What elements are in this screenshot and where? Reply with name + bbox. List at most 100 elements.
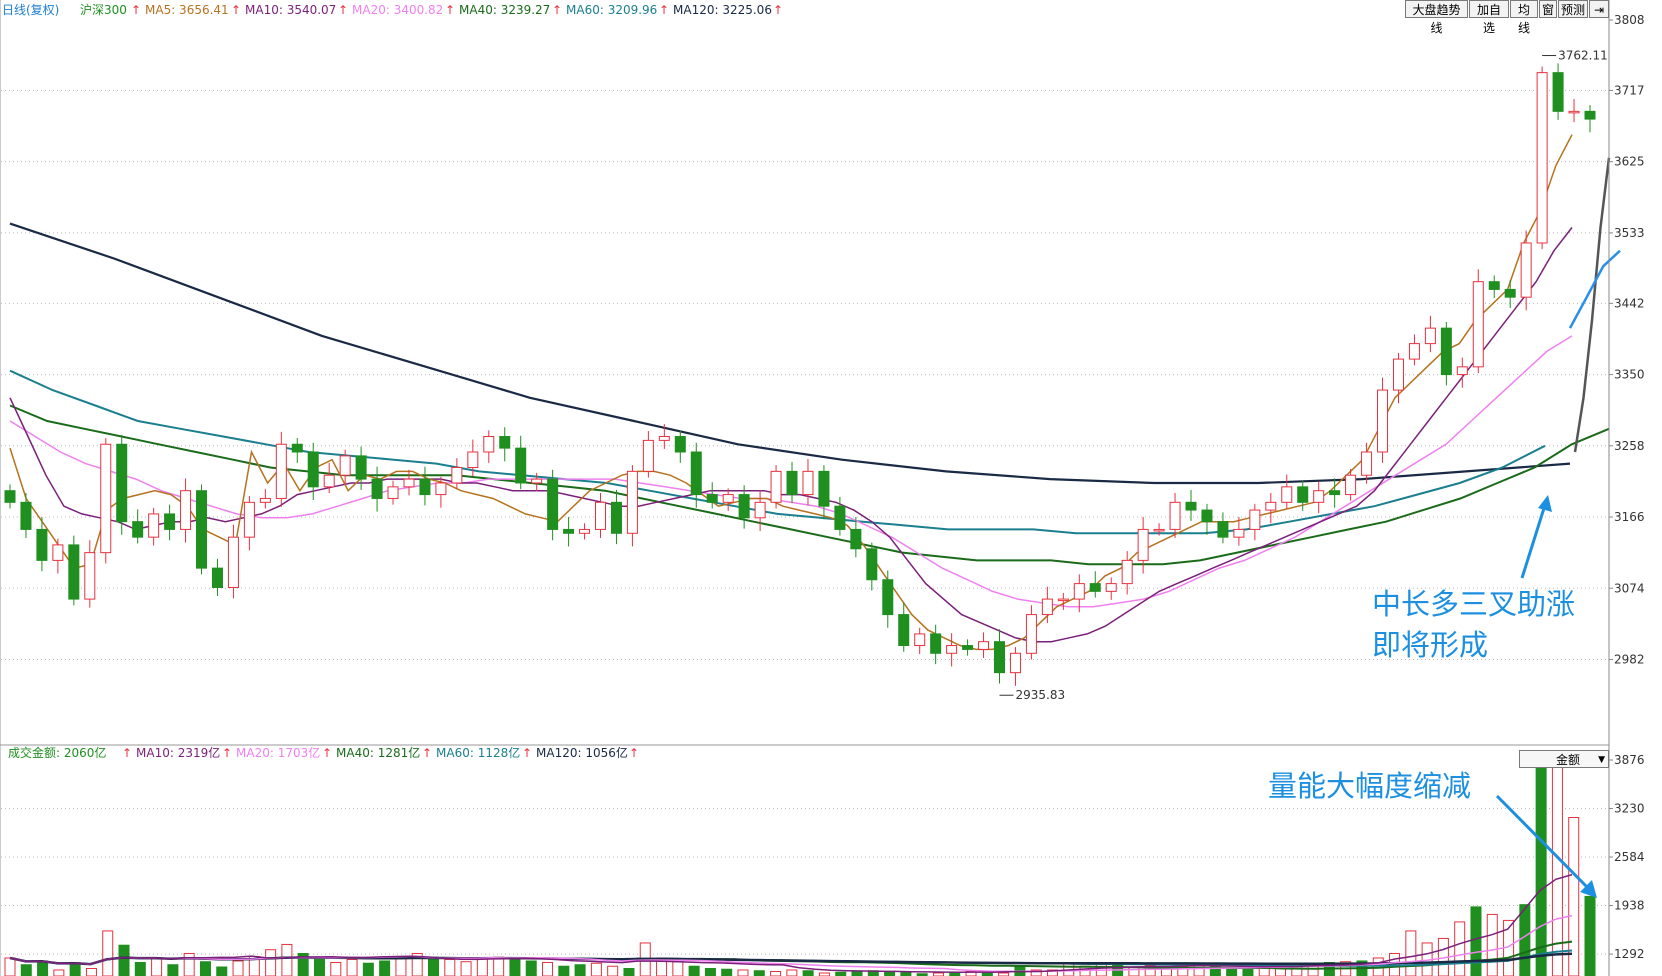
up-arrow-icon: ↑ xyxy=(122,746,132,760)
up-arrow-icon: ↑ xyxy=(422,746,432,760)
up-arrow-icon: ↑ xyxy=(773,3,783,17)
candle xyxy=(993,629,1005,684)
candle xyxy=(547,469,559,541)
volume-bar xyxy=(688,965,700,976)
candle xyxy=(100,438,112,564)
candle xyxy=(786,462,798,504)
volume-bar xyxy=(216,966,228,976)
price-tick-label: 2982 xyxy=(1614,652,1645,666)
volume-tick-label: 1292 xyxy=(1614,947,1645,961)
volume-bar xyxy=(151,957,163,976)
volume-bar xyxy=(118,944,130,976)
volume-ma10-line xyxy=(9,873,1573,973)
candle xyxy=(483,430,495,463)
volume-bar xyxy=(444,958,456,976)
volume-bar xyxy=(4,957,16,976)
add-watchlist-button[interactable]: 加自选 xyxy=(1469,0,1509,35)
up-arrow-icon: ↑ xyxy=(522,746,532,760)
price-tick-label: 3166 xyxy=(1614,510,1645,524)
legends: 日线(复权) 沪深300 ↑ MA5: 3656.41 ↑ MA10: 3540.07 ↑ M… xyxy=(2,3,783,760)
candle xyxy=(738,485,750,529)
candle xyxy=(4,484,16,509)
candles xyxy=(4,63,1596,686)
candle xyxy=(180,478,192,543)
arrow-head-icon xyxy=(1538,495,1552,512)
price-legend-title: 日线(复权) xyxy=(2,3,59,17)
trend-line-button[interactable]: 大盘趋势线 xyxy=(1405,0,1468,35)
candle xyxy=(1041,586,1053,624)
candle xyxy=(211,558,223,596)
volume-bar xyxy=(851,970,863,976)
candle xyxy=(642,431,654,478)
candle xyxy=(1568,98,1580,123)
annotation-arrows xyxy=(1495,495,1597,898)
candle xyxy=(802,458,814,506)
candle xyxy=(866,542,878,591)
candle xyxy=(259,489,271,509)
candle xyxy=(1217,512,1229,544)
window-button[interactable]: 窗 xyxy=(1539,0,1557,18)
candle xyxy=(275,431,287,507)
volume-bar xyxy=(232,960,244,976)
candle xyxy=(563,517,575,547)
candle xyxy=(1440,321,1452,386)
volume-bar xyxy=(265,949,277,976)
candle xyxy=(1377,377,1389,463)
up-arrow-icon: ↑ xyxy=(445,3,455,17)
candle xyxy=(1185,489,1197,521)
price-legend-item: MA10: 3540.07 xyxy=(245,3,336,17)
volume-bar xyxy=(672,961,684,976)
up-arrow-icon: ↑ xyxy=(552,3,562,17)
price-tick-label: 3074 xyxy=(1614,581,1645,595)
candle xyxy=(148,507,160,546)
candle xyxy=(722,488,734,511)
candle xyxy=(1488,275,1500,298)
candle xyxy=(1089,571,1101,598)
volume-type-value: 金额 xyxy=(1556,753,1581,767)
volume-bar xyxy=(460,961,472,976)
candle xyxy=(387,480,399,505)
volume-bar xyxy=(379,960,391,976)
ma120-extension-line xyxy=(1573,157,1611,453)
volume-bar xyxy=(835,971,847,976)
ma120-line xyxy=(9,222,1571,485)
annotation-ma-cross-line1: 中长多三叉助涨 xyxy=(1372,587,1576,621)
price-legend-item: MA5: 3656.41 xyxy=(145,3,229,17)
volume-legend-item: 成交金额: 2060亿 xyxy=(8,745,106,760)
price-legend-item: MA120: 3225.06 xyxy=(673,3,772,17)
volume-tick-label: 3230 xyxy=(1614,802,1645,816)
candle xyxy=(818,465,830,520)
candle xyxy=(1584,105,1596,133)
candle xyxy=(1265,493,1277,524)
volume-bar xyxy=(85,967,97,976)
up-arrow-icon: ↑ xyxy=(629,746,639,760)
price-legend-item: MA60: 3209.96 xyxy=(566,3,657,17)
forecast-button[interactable]: 预测 xyxy=(1558,0,1588,18)
candle xyxy=(20,493,32,538)
ma60-line xyxy=(9,369,1546,535)
avg-line-button[interactable]: 均线 xyxy=(1510,0,1538,35)
volume-legend-item: MA60: 1128亿 xyxy=(436,745,520,760)
candle xyxy=(403,469,415,496)
low-price-label: 2935.83 xyxy=(1015,688,1065,702)
candle xyxy=(68,535,80,606)
kline-chart: 3808 3717 3625 3533 3442 3350 3258 3166 3074 2982… xyxy=(0,0,1645,976)
candle xyxy=(1472,269,1484,374)
volume-bar xyxy=(802,970,814,976)
candle xyxy=(1456,357,1468,388)
candle xyxy=(962,639,974,656)
volume-bar xyxy=(623,967,635,976)
volume-bar xyxy=(1486,913,1498,976)
volume-bar xyxy=(607,965,619,976)
candle xyxy=(419,466,431,506)
volume-type-select[interactable]: 金额 ▼ xyxy=(1519,750,1609,768)
volume-bar xyxy=(330,961,342,976)
candle xyxy=(882,570,894,628)
volume-bar xyxy=(509,957,521,976)
volume-bar xyxy=(362,962,374,976)
volume-bar xyxy=(167,964,179,976)
candle xyxy=(243,496,255,551)
volume-bar xyxy=(20,964,32,976)
exit-icon[interactable]: ⇥ xyxy=(1589,0,1609,18)
candle xyxy=(1105,577,1117,600)
